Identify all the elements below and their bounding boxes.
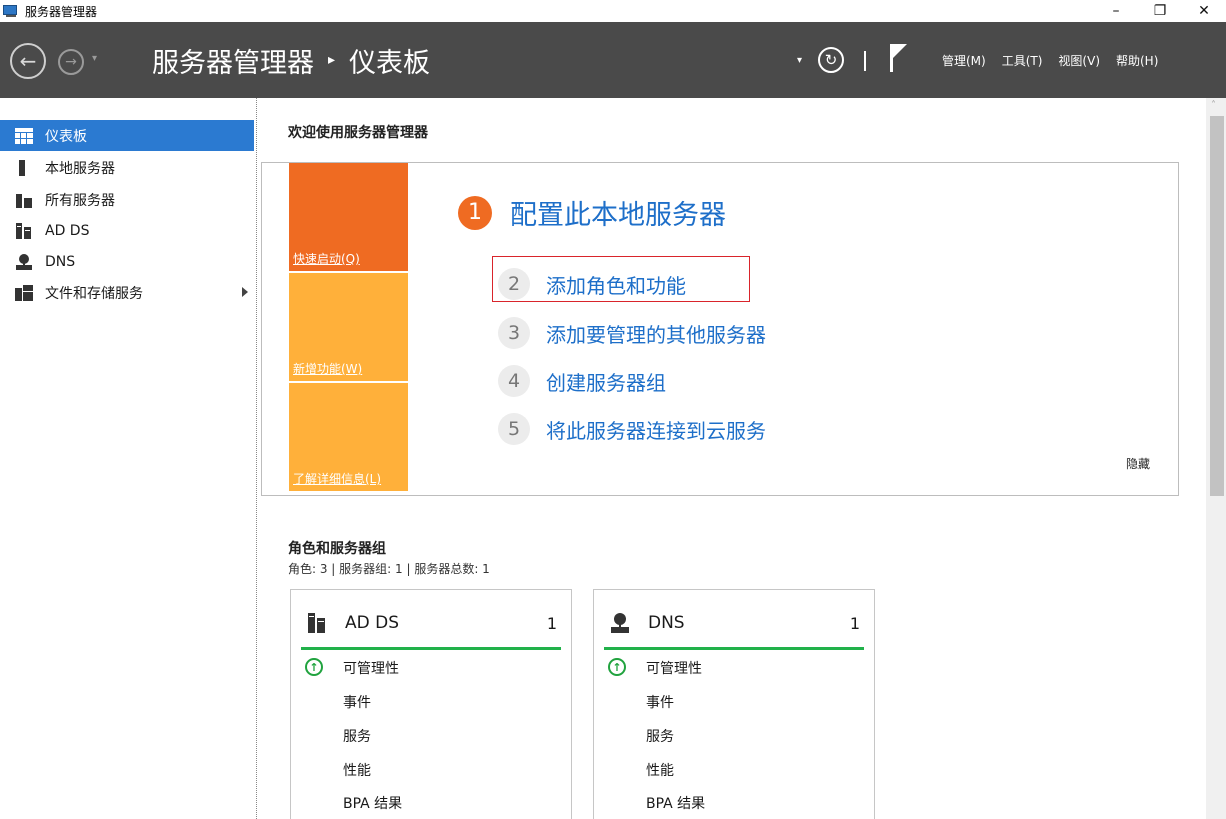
step-create-server-group[interactable]: 4 创建服务器组	[498, 365, 666, 397]
servers-icon	[15, 192, 33, 208]
step-add-other-servers[interactable]: 3 添加要管理的其他服务器	[498, 317, 766, 349]
step-connect-cloud[interactable]: 5 将此服务器连接到云服务	[498, 413, 766, 445]
step-number-badge: 5	[498, 413, 530, 445]
notifications-flag-icon[interactable]	[886, 44, 912, 74]
scroll-thumb[interactable]	[1210, 116, 1224, 496]
step-link[interactable]: 添加要管理的其他服务器	[546, 319, 766, 348]
menu-tools[interactable]: 工具(T)	[1002, 52, 1043, 69]
expand-arrow-icon[interactable]	[242, 287, 248, 297]
sidebar-splitter[interactable]	[256, 98, 259, 819]
tile-label: 了解详细信息(L)	[293, 472, 382, 486]
role-row-bpa-results[interactable]: BPA 结果	[343, 793, 402, 813]
role-card-header[interactable]: DNS 1	[606, 608, 864, 638]
server-icon	[15, 159, 33, 176]
dashboard-icon	[15, 127, 33, 144]
sidebar-item-local-server[interactable]: 本地服务器	[0, 152, 254, 183]
vertical-scrollbar[interactable]: ˄	[1206, 98, 1226, 819]
sidebar-item-label: AD DS	[45, 222, 90, 239]
role-server-count: 1	[849, 613, 860, 633]
tile-label: 快速启动(Q)	[293, 252, 360, 266]
welcome-title: 欢迎使用服务器管理器	[288, 125, 428, 141]
sidebar-item-label: DNS	[45, 253, 76, 270]
window-title: 服务器管理器	[25, 4, 98, 19]
tile-label: 新增功能(W)	[293, 362, 363, 376]
app-header: ← → ▾ 服务器管理器 ▸ 仪表板 ▾ ↻ 管理(M) 工具(T) 视图(V)…	[0, 22, 1226, 98]
breadcrumb-separator-icon: ▸	[328, 52, 336, 68]
sidebar-item-dns[interactable]: DNS	[0, 246, 254, 277]
tile-quick-start[interactable]: 快速启动(Q)	[289, 163, 408, 271]
back-arrow-icon: ←	[19, 49, 37, 73]
sidebar-item-label: 本地服务器	[45, 160, 115, 177]
status-up-arrow-icon: ↑	[608, 658, 626, 676]
tile-learn-more[interactable]: 了解详细信息(L)	[289, 383, 408, 491]
role-name: AD DS	[345, 613, 400, 633]
breadcrumb-current: 仪表板	[349, 47, 431, 79]
role-row-services[interactable]: 服务	[646, 726, 674, 746]
minimize-button[interactable]: –	[1094, 0, 1138, 22]
role-card-dns: DNS 1 ↑ 可管理性 事件 服务 性能 BPA 结果	[593, 589, 875, 819]
role-status-bar	[604, 647, 864, 650]
refresh-dropdown-icon[interactable]: ▾	[797, 55, 802, 66]
menu-bar: 管理(M) 工具(T) 视图(V) 帮助(H)	[942, 52, 1174, 69]
role-card-header[interactable]: AD DS 1	[303, 608, 561, 638]
file-storage-icon	[15, 284, 33, 301]
ad-ds-icon	[307, 613, 327, 633]
role-row-services[interactable]: 服务	[343, 726, 371, 746]
role-row-events[interactable]: 事件	[646, 692, 674, 712]
sidebar-item-label: 文件和存储服务	[45, 285, 143, 302]
highlight-annotation-box	[492, 256, 750, 302]
sidebar-item-all-servers[interactable]: 所有服务器	[0, 184, 254, 215]
step-link[interactable]: 将此服务器连接到云服务	[546, 415, 766, 444]
step-number-badge: 3	[498, 317, 530, 349]
role-row-manageability[interactable]: 可管理性	[646, 658, 702, 678]
navigation-sidebar: 仪表板 本地服务器 所有服务器 AD DS DNS 文件和存储服务	[0, 98, 256, 819]
role-status-bar	[301, 647, 561, 650]
role-server-count: 1	[546, 613, 557, 633]
sidebar-item-file-storage[interactable]: 文件和存储服务	[0, 277, 254, 308]
role-row-performance[interactable]: 性能	[646, 760, 674, 780]
step-configure-local-server[interactable]: 1 配置此本地服务器	[458, 193, 726, 232]
hide-welcome-link[interactable]: 隐藏	[1126, 455, 1150, 472]
sidebar-item-dashboard[interactable]: 仪表板	[0, 120, 254, 151]
step-link[interactable]: 创建服务器组	[546, 367, 666, 396]
role-row-performance[interactable]: 性能	[343, 760, 371, 780]
menu-manage[interactable]: 管理(M)	[942, 52, 986, 69]
dns-icon	[610, 613, 630, 633]
role-card-ad-ds: AD DS 1 ↑ 可管理性 事件 服务 性能 BPA 结果	[290, 589, 572, 819]
dns-icon	[15, 253, 33, 270]
scroll-up-icon[interactable]: ˄	[1211, 100, 1216, 111]
role-row-manageability[interactable]: 可管理性	[343, 658, 399, 678]
tile-whats-new[interactable]: 新增功能(W)	[289, 273, 408, 381]
header-divider	[864, 51, 866, 71]
step-link[interactable]: 配置此本地服务器	[510, 193, 726, 232]
back-button[interactable]: ←	[10, 43, 46, 79]
window-titlebar: 服务器管理器 – ❐ ✕	[0, 0, 1226, 22]
roles-section-title: 角色和服务器组	[288, 541, 386, 557]
refresh-icon: ↻	[824, 51, 838, 69]
restore-button[interactable]: ❐	[1138, 0, 1182, 22]
sidebar-item-label: 所有服务器	[45, 192, 115, 209]
server-manager-app-icon	[3, 4, 19, 18]
role-row-events[interactable]: 事件	[343, 692, 371, 712]
breadcrumb-root[interactable]: 服务器管理器	[152, 41, 314, 80]
close-button[interactable]: ✕	[1182, 0, 1226, 22]
sidebar-item-ad-ds[interactable]: AD DS	[0, 215, 254, 246]
menu-help[interactable]: 帮助(H)	[1116, 52, 1158, 69]
refresh-button[interactable]: ↻	[818, 47, 844, 73]
sidebar-item-label: 仪表板	[45, 128, 87, 145]
forward-arrow-icon: →	[65, 54, 77, 70]
role-name: DNS	[648, 613, 685, 633]
step-number-badge: 1	[458, 195, 492, 230]
history-dropdown-icon[interactable]: ▾	[92, 53, 97, 64]
breadcrumb: 服务器管理器 ▸ 仪表板	[152, 41, 431, 80]
dashboard-content: 欢迎使用服务器管理器 快速启动(Q) 新增功能(W) 了解详细信息(L) 1 配…	[260, 98, 1204, 819]
status-up-arrow-icon: ↑	[305, 658, 323, 676]
role-row-bpa-results[interactable]: BPA 结果	[646, 793, 705, 813]
roles-summary: 角色: 3 | 服务器组: 1 | 服务器总数: 1	[288, 562, 490, 576]
forward-button[interactable]: →	[58, 49, 84, 75]
step-number-badge: 4	[498, 365, 530, 397]
ad-ds-icon	[15, 222, 33, 239]
menu-view[interactable]: 视图(V)	[1058, 52, 1100, 69]
